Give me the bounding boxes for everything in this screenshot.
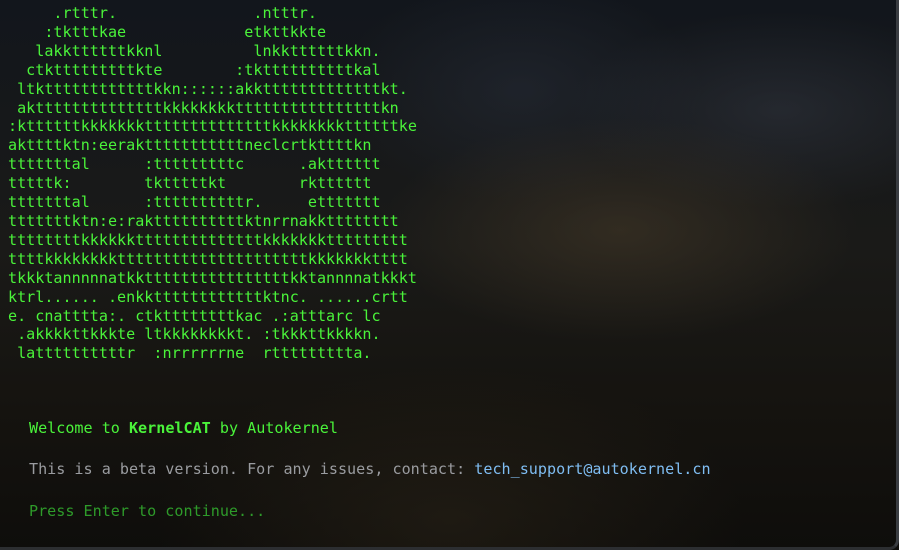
ascii-art-line: tkkktannnnnatkkttttttttttttttttkktannnna… [8,268,417,287]
ascii-art-line: lakkttttttkknl lnkkttttttkkn. [8,41,381,60]
ascii-art-line: .rtttr. .ntttr. [8,4,317,22]
welcome-prefix: Welcome to [29,419,129,437]
ascii-art-line: akttttktn:eeraktttttttttttneclcrtkttttkn [8,136,372,155]
ascii-art-line: tttttk: tktttttkt rktttttt [8,174,372,193]
brand-name: KernelCAT [128,419,211,437]
beta-notice: This is a beta version. For any issues, … [29,459,711,479]
welcome-message: Welcome to KernelCAT by Autokernel [29,418,338,438]
ascii-art-line: e. cnatttta:. ctkttttttttkac .:atttarc l… [8,306,381,325]
ascii-art-line: ttttkkkkkkkktttttttttttttttttttttkkkkkkk… [8,249,408,268]
ascii-art-line: :tktttkae etkttkkte [8,22,327,41]
ascii-art-line: ttttttttkkkkkkttttttttttttttkkkkkkkttttt… [8,230,408,249]
kernelcat-ascii-art-logo: .rtttr. .ntttr. :tktttkae etkttkkte lakk… [8,4,417,363]
press-enter-prompt[interactable]: Press Enter to continue... [29,501,265,521]
ascii-art-line: :kttttttkkkkkkkttttttttttttttkkkkkkkkttt… [8,117,417,136]
ascii-art-line: ltkttttttttttttkkn::::::akkttttttttttttt… [8,79,408,98]
ascii-art-line: tttttttal :tttttttttc .aktttttt [8,155,381,174]
ascii-art-line: ctktttttttttkte :tkttttttttttkal [8,60,381,79]
ascii-art-line: tttttttal :ttttttttttr. ettttttt [8,193,381,212]
ascii-art-line: tttttttktn:e:rakttttttttttktnrrnakkttttt… [8,211,399,230]
beta-notice-text: This is a beta version. For any issues, … [29,460,475,478]
ascii-art-line: lattttttttttr :nrrrrrrne rttttttttta. [8,344,372,363]
ascii-art-line: akttttttttttttttkkkkkkkktttttttttttttttt… [8,98,399,117]
terminal-window[interactable]: .rtttr. .ntttr. :tktttkae etkttkkte lakk… [0,0,899,550]
support-email-link[interactable]: tech_support@autokernel.cn [474,460,710,478]
ascii-art-line: .akkkkttkkkte ltkkkkkkkkt. :tkkkttkkkkn. [8,325,381,344]
ascii-art-line: ktrl...... .enkkttttttttttttktnc. ......… [8,287,408,306]
welcome-suffix: by Autokernel [210,419,338,437]
